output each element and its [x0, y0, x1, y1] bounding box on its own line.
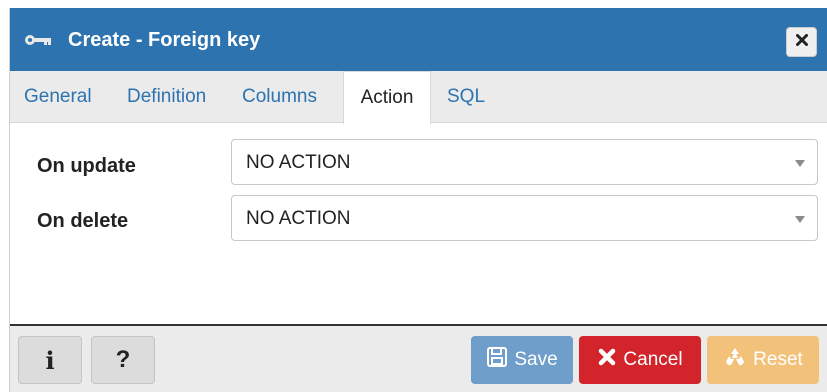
- on-delete-label: On delete: [37, 210, 129, 232]
- on-delete-select[interactable]: NO ACTION: [231, 195, 818, 241]
- tab-columns[interactable]: Columns: [242, 71, 317, 123]
- help-button[interactable]: ?: [91, 336, 155, 384]
- info-icon: i: [45, 345, 55, 375]
- chevron-down-icon: [795, 160, 805, 167]
- dialog-footer: i ? Save Cancel Reset: [10, 324, 827, 392]
- cancel-label: Cancel: [623, 349, 683, 370]
- tab-strip: General Definition Columns Action SQL: [10, 71, 827, 124]
- dialog-title: Create - Foreign key: [68, 29, 261, 51]
- save-label: Save: [514, 349, 558, 370]
- recycle-icon: [723, 345, 753, 375]
- help-icon: ?: [115, 346, 131, 373]
- reset-label: Reset: [753, 349, 803, 370]
- on-update-label: On update: [37, 155, 136, 177]
- tab-sql[interactable]: SQL: [447, 71, 485, 123]
- info-button[interactable]: i: [18, 336, 82, 384]
- tab-definition[interactable]: Definition: [127, 71, 206, 123]
- dialog-titlebar[interactable]: Create - Foreign key: [10, 8, 827, 71]
- close-button[interactable]: [786, 27, 817, 57]
- tab-general[interactable]: General: [24, 71, 92, 123]
- key-icon: [24, 33, 52, 47]
- cancel-button[interactable]: Cancel: [579, 336, 701, 384]
- save-button[interactable]: Save: [471, 336, 573, 384]
- close-icon: [597, 347, 623, 373]
- tab-action[interactable]: Action: [343, 71, 431, 124]
- close-icon: [795, 33, 808, 51]
- on-delete-value: NO ACTION: [246, 208, 351, 229]
- floppy-disk-icon: [486, 346, 514, 374]
- on-update-value: NO ACTION: [246, 152, 351, 173]
- on-update-select[interactable]: NO ACTION: [231, 139, 818, 185]
- chevron-down-icon: [795, 216, 805, 223]
- reset-button[interactable]: Reset: [707, 336, 819, 384]
- create-foreign-key-dialog: Create - Foreign key General Definition …: [9, 8, 827, 392]
